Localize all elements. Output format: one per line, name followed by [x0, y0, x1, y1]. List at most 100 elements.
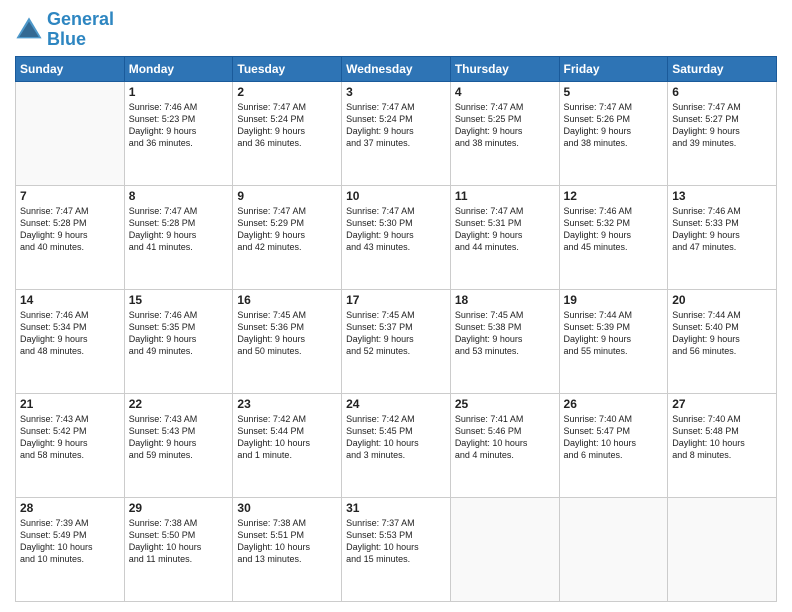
- weekday-header-tuesday: Tuesday: [233, 56, 342, 81]
- weekday-header-sunday: Sunday: [16, 56, 125, 81]
- week-row-4: 21 Sunrise: 7:43 AM Sunset: 5:42 PM Dayli…: [16, 393, 777, 497]
- day-info: Sunrise: 7:47 AM Sunset: 5:29 PM Dayligh…: [237, 205, 337, 254]
- day-info: Sunrise: 7:46 AM Sunset: 5:32 PM Dayligh…: [564, 205, 664, 254]
- day-number: 21: [20, 397, 120, 411]
- day-info: Sunrise: 7:43 AM Sunset: 5:43 PM Dayligh…: [129, 413, 229, 462]
- weekday-header-wednesday: Wednesday: [342, 56, 451, 81]
- weekday-header-thursday: Thursday: [450, 56, 559, 81]
- day-number: 23: [237, 397, 337, 411]
- day-number: 28: [20, 501, 120, 515]
- weekday-header-friday: Friday: [559, 56, 668, 81]
- day-cell-4-6: 26Sunrise: 7:40 AM Sunset: 5:47 PM Dayli…: [559, 393, 668, 497]
- day-number: 27: [672, 397, 772, 411]
- day-info: Sunrise: 7:44 AM Sunset: 5:39 PM Dayligh…: [564, 309, 664, 358]
- day-cell-1-5: 4 Sunrise: 7:47 AM Sunset: 5:25 PM Daylig…: [450, 81, 559, 185]
- day-cell-2-2: 8Sunrise: 7:47 AM Sunset: 5:28 PM Daylig…: [124, 185, 233, 289]
- day-number: 16: [237, 293, 337, 307]
- day-info: Sunrise: 7:42 AM Sunset: 5:45 PM Dayligh…: [346, 413, 446, 462]
- day-cell-3-5: 18 Sunrise: 7:45 AM Sunset: 5:38 PM Dayli…: [450, 289, 559, 393]
- day-number: 3: [346, 85, 446, 99]
- week-row-3: 14Sunrise: 7:46 AM Sunset: 5:34 PM Dayli…: [16, 289, 777, 393]
- day-cell-2-7: 13 Sunrise: 7:46 AM Sunset: 5:33 PM Dayli…: [668, 185, 777, 289]
- day-info: Sunrise: 7:45 AM Sunset: 5:36 PM Dayligh…: [237, 309, 337, 358]
- logo: General Blue: [15, 10, 114, 50]
- day-number: 20: [672, 293, 772, 307]
- calendar-table: SundayMondayTuesdayWednesdayThursdayFrid…: [15, 56, 777, 602]
- day-info: Sunrise: 7:47 AM Sunset: 5:26 PM Dayligh…: [564, 101, 664, 150]
- day-info: Sunrise: 7:47 AM Sunset: 5:31 PM Dayligh…: [455, 205, 555, 254]
- day-cell-1-2: 1Sunrise: 7:46 AM Sunset: 5:23 PM Daylig…: [124, 81, 233, 185]
- day-cell-3-7: 20Sunrise: 7:44 AM Sunset: 5:40 PM Dayli…: [668, 289, 777, 393]
- day-number: 5: [564, 85, 664, 99]
- day-cell-3-3: 16 Sunrise: 7:45 AM Sunset: 5:36 PM Dayli…: [233, 289, 342, 393]
- day-info: Sunrise: 7:46 AM Sunset: 5:33 PM Dayligh…: [672, 205, 772, 254]
- day-info: Sunrise: 7:45 AM Sunset: 5:38 PM Dayligh…: [455, 309, 555, 358]
- day-number: 29: [129, 501, 229, 515]
- day-cell-4-3: 23 Sunrise: 7:42 AM Sunset: 5:44 PM Dayli…: [233, 393, 342, 497]
- day-number: 18: [455, 293, 555, 307]
- day-cell-1-4: 3Sunrise: 7:47 AM Sunset: 5:24 PM Daylig…: [342, 81, 451, 185]
- day-info: Sunrise: 7:47 AM Sunset: 5:25 PM Dayligh…: [455, 101, 555, 150]
- day-cell-2-4: 10Sunrise: 7:47 AM Sunset: 5:30 PM Dayli…: [342, 185, 451, 289]
- day-cell-4-7: 27 Sunrise: 7:40 AM Sunset: 5:48 PM Dayli…: [668, 393, 777, 497]
- day-cell-4-5: 25 Sunrise: 7:41 AM Sunset: 5:46 PM Dayli…: [450, 393, 559, 497]
- day-cell-4-2: 22 Sunrise: 7:43 AM Sunset: 5:43 PM Dayli…: [124, 393, 233, 497]
- day-cell-5-3: 30 Sunrise: 7:38 AM Sunset: 5:51 PM Dayli…: [233, 497, 342, 601]
- day-number: 30: [237, 501, 337, 515]
- weekday-header-monday: Monday: [124, 56, 233, 81]
- header: General Blue: [15, 10, 777, 50]
- day-info: Sunrise: 7:40 AM Sunset: 5:48 PM Dayligh…: [672, 413, 772, 462]
- day-cell-1-6: 5 Sunrise: 7:47 AM Sunset: 5:26 PM Daylig…: [559, 81, 668, 185]
- day-cell-2-1: 7 Sunrise: 7:47 AM Sunset: 5:28 PM Daylig…: [16, 185, 125, 289]
- day-number: 6: [672, 85, 772, 99]
- day-number: 19: [564, 293, 664, 307]
- day-cell-3-2: 15Sunrise: 7:46 AM Sunset: 5:35 PM Dayli…: [124, 289, 233, 393]
- day-cell-4-4: 24 Sunrise: 7:42 AM Sunset: 5:45 PM Dayli…: [342, 393, 451, 497]
- day-info: Sunrise: 7:39 AM Sunset: 5:49 PM Dayligh…: [20, 517, 120, 566]
- day-number: 15: [129, 293, 229, 307]
- day-number: 11: [455, 189, 555, 203]
- day-cell-4-1: 21 Sunrise: 7:43 AM Sunset: 5:42 PM Dayli…: [16, 393, 125, 497]
- day-cell-3-6: 19 Sunrise: 7:44 AM Sunset: 5:39 PM Dayli…: [559, 289, 668, 393]
- logo-text: General Blue: [47, 10, 114, 50]
- day-number: 9: [237, 189, 337, 203]
- day-number: 8: [129, 189, 229, 203]
- day-number: 7: [20, 189, 120, 203]
- day-cell-2-3: 9 Sunrise: 7:47 AM Sunset: 5:29 PM Daylig…: [233, 185, 342, 289]
- day-info: Sunrise: 7:45 AM Sunset: 5:37 PM Dayligh…: [346, 309, 446, 358]
- day-number: 24: [346, 397, 446, 411]
- day-cell-5-4: 31 Sunrise: 7:37 AM Sunset: 5:53 PM Dayli…: [342, 497, 451, 601]
- day-info: Sunrise: 7:40 AM Sunset: 5:47 PM Dayligh…: [564, 413, 664, 462]
- day-number: 10: [346, 189, 446, 203]
- day-cell-1-3: 2 Sunrise: 7:47 AM Sunset: 5:24 PM Daylig…: [233, 81, 342, 185]
- day-number: 12: [564, 189, 664, 203]
- day-number: 14: [20, 293, 120, 307]
- day-cell-1-7: 6 Sunrise: 7:47 AM Sunset: 5:27 PM Daylig…: [668, 81, 777, 185]
- day-info: Sunrise: 7:38 AM Sunset: 5:51 PM Dayligh…: [237, 517, 337, 566]
- day-number: 2: [237, 85, 337, 99]
- day-info: Sunrise: 7:47 AM Sunset: 5:28 PM Dayligh…: [20, 205, 120, 254]
- day-cell-1-1: [16, 81, 125, 185]
- day-cell-2-5: 11 Sunrise: 7:47 AM Sunset: 5:31 PM Dayli…: [450, 185, 559, 289]
- day-number: 17: [346, 293, 446, 307]
- day-cell-5-6: [559, 497, 668, 601]
- day-info: Sunrise: 7:47 AM Sunset: 5:27 PM Dayligh…: [672, 101, 772, 150]
- day-cell-5-7: [668, 497, 777, 601]
- day-number: 31: [346, 501, 446, 515]
- day-number: 13: [672, 189, 772, 203]
- day-info: Sunrise: 7:43 AM Sunset: 5:42 PM Dayligh…: [20, 413, 120, 462]
- weekday-header-saturday: Saturday: [668, 56, 777, 81]
- day-info: Sunrise: 7:37 AM Sunset: 5:53 PM Dayligh…: [346, 517, 446, 566]
- day-cell-2-6: 12 Sunrise: 7:46 AM Sunset: 5:32 PM Dayli…: [559, 185, 668, 289]
- day-info: Sunrise: 7:46 AM Sunset: 5:23 PM Dayligh…: [129, 101, 229, 150]
- day-info: Sunrise: 7:38 AM Sunset: 5:50 PM Dayligh…: [129, 517, 229, 566]
- day-number: 4: [455, 85, 555, 99]
- day-info: Sunrise: 7:42 AM Sunset: 5:44 PM Dayligh…: [237, 413, 337, 462]
- weekday-header-row: SundayMondayTuesdayWednesdayThursdayFrid…: [16, 56, 777, 81]
- page: General Blue SundayMondayTuesdayWednesda…: [0, 0, 792, 612]
- day-info: Sunrise: 7:41 AM Sunset: 5:46 PM Dayligh…: [455, 413, 555, 462]
- day-number: 25: [455, 397, 555, 411]
- day-number: 22: [129, 397, 229, 411]
- day-info: Sunrise: 7:47 AM Sunset: 5:24 PM Dayligh…: [237, 101, 337, 150]
- day-cell-5-2: 29 Sunrise: 7:38 AM Sunset: 5:50 PM Dayli…: [124, 497, 233, 601]
